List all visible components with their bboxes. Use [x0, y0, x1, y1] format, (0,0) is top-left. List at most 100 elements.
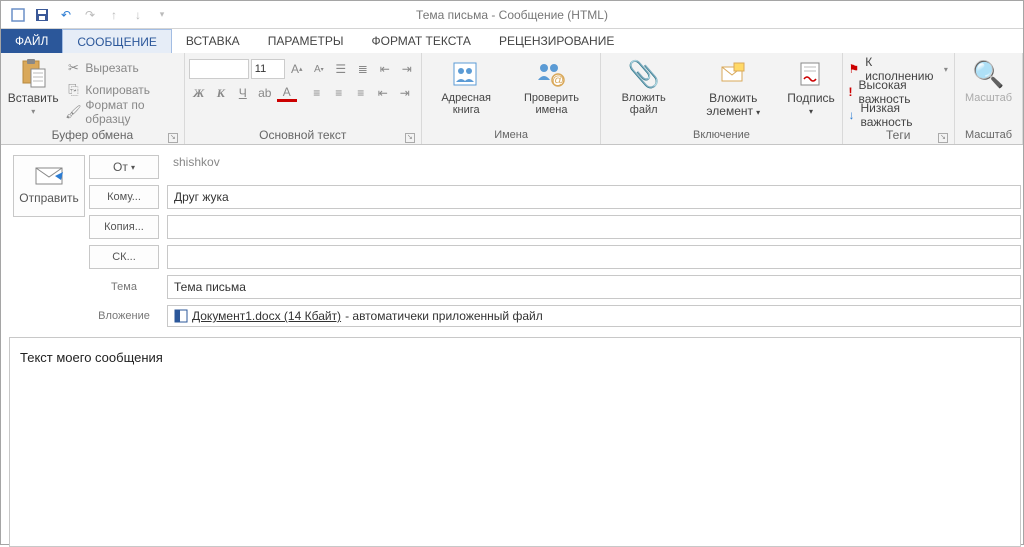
redo-icon[interactable]: ↷ [79, 4, 101, 26]
paste-label: Вставить [8, 91, 59, 105]
up-arrow-icon[interactable]: ↑ [103, 4, 125, 26]
address-book-button[interactable]: Адресная книга [426, 56, 507, 126]
group-zoom: 🔍 Масштаб Масштаб [955, 53, 1023, 144]
grow-font-button[interactable]: A▴ [287, 59, 307, 79]
address-book-icon [450, 58, 482, 90]
tab-options[interactable]: ПАРАМЕТРЫ [254, 29, 358, 53]
increase-indent-button[interactable]: ⇥ [395, 83, 415, 103]
font-family-select[interactable] [189, 59, 249, 79]
italic-button[interactable]: К [211, 83, 231, 103]
tags-group-label: Теги [886, 128, 910, 142]
to-field[interactable] [167, 185, 1021, 209]
paperclip-icon: 📎 [628, 58, 660, 90]
subject-field[interactable] [167, 275, 1021, 299]
down-arrow-icon[interactable]: ↓ [127, 4, 149, 26]
ribbon: Вставить▾ ✂ Вырезать ⎘ Копировать 🖌Формат … [1, 53, 1023, 145]
dialog-launcher-icon[interactable]: ↘ [405, 133, 415, 143]
bullets-button[interactable]: ☰ [331, 59, 351, 79]
align-right-button[interactable]: ≡ [351, 83, 371, 103]
format-painter-button[interactable]: 🖌Формат по образцу [61, 102, 179, 122]
paste-button[interactable]: Вставить▾ [5, 56, 61, 126]
low-importance-icon: ↓ [849, 108, 855, 122]
bcc-field[interactable] [167, 245, 1021, 269]
window-icon[interactable] [7, 4, 29, 26]
cut-button[interactable]: ✂ Вырезать [61, 58, 179, 78]
attachment-filename: Документ1.docx (14 Кбайт) [192, 309, 341, 323]
ribbon-tabs: ФАЙЛ СООБЩЕНИЕ ВСТАВКА ПАРАМЕТРЫ ФОРМАТ … [1, 29, 1023, 53]
check-names-button[interactable]: @ Проверить имена [507, 56, 597, 126]
underline-button[interactable]: Ч [233, 83, 253, 103]
magnifier-icon: 🔍 [972, 58, 1004, 90]
title-bar: ↶ ↷ ↑ ↓ ▾ Тема письма - Сообщение (HTML) [1, 1, 1023, 29]
qat-customize-icon[interactable]: ▾ [151, 4, 173, 26]
outdent-button[interactable]: ⇤ [375, 59, 395, 79]
include-group-label: Включение [605, 128, 837, 144]
attachment-label: Вложение [89, 310, 159, 322]
paste-icon [17, 58, 49, 90]
dialog-launcher-icon[interactable]: ↘ [168, 133, 178, 143]
svg-text:@: @ [552, 73, 564, 87]
copy-label: Копировать [85, 83, 150, 97]
send-button[interactable]: Отправить [13, 155, 85, 217]
group-font: A▴ A▾ ☰ ≣ ⇤ ⇥ Ж К Ч ab A ≡ ≡ ≡ [185, 53, 422, 144]
tab-file[interactable]: ФАЙЛ [1, 29, 62, 53]
names-group-label: Имена [426, 128, 597, 144]
zoom-button[interactable]: 🔍 Масштаб [959, 56, 1018, 126]
scissors-icon: ✂ [65, 60, 81, 76]
bold-button[interactable]: Ж [189, 83, 209, 103]
zoom-label: Масштаб [965, 92, 1012, 104]
decrease-indent-button[interactable]: ⇤ [373, 83, 393, 103]
follow-up-button[interactable]: ⚑К исполнению▾ [847, 59, 950, 79]
undo-icon[interactable]: ↶ [55, 4, 77, 26]
quick-access-toolbar: ↶ ↷ ↑ ↓ ▾ [1, 4, 173, 26]
low-importance-button[interactable]: ↓Низкая важность [847, 105, 950, 125]
font-color-button[interactable]: A [277, 85, 297, 102]
attach-item-icon [717, 58, 749, 90]
zoom-group-label: Масштаб [959, 128, 1018, 144]
tab-review[interactable]: РЕЦЕНЗИРОВАНИЕ [485, 29, 628, 53]
font-group-label: Основной текст [259, 128, 346, 142]
dialog-launcher-icon[interactable]: ↘ [938, 133, 948, 143]
low-importance-label: Низкая важность [861, 101, 948, 129]
group-clipboard: Вставить▾ ✂ Вырезать ⎘ Копировать 🖌Формат … [1, 53, 185, 144]
attachment-box[interactable]: Документ1.docx (14 Кбайт) - автоматичеки… [167, 305, 1021, 327]
copy-button[interactable]: ⎘ Копировать [61, 80, 179, 100]
to-button[interactable]: Кому... [89, 185, 159, 209]
message-body[interactable]: Текст моего сообщения [9, 337, 1021, 547]
envelope-icon [35, 167, 63, 185]
signature-label: Подпись [787, 91, 835, 105]
save-icon[interactable] [31, 4, 53, 26]
send-label: Отправить [19, 191, 79, 205]
compose-header: Отправить От ▾ shishkov Кому... Копия...… [1, 145, 1023, 327]
format-painter-label: Формат по образцу [85, 98, 175, 126]
bcc-button[interactable]: СК... [89, 245, 159, 269]
from-field: shishkov [167, 155, 1021, 179]
highlight-button[interactable]: ab [255, 83, 275, 103]
tab-insert[interactable]: ВСТАВКА [172, 29, 254, 53]
cc-button[interactable]: Копия... [89, 215, 159, 239]
cc-field[interactable] [167, 215, 1021, 239]
signature-button[interactable]: Подпись▾ [785, 56, 838, 126]
attach-item-button[interactable]: Вложить элемент ▾ [682, 56, 785, 126]
tab-message[interactable]: СООБЩЕНИЕ [62, 29, 172, 53]
high-importance-icon: ! [849, 85, 853, 99]
word-doc-icon [174, 309, 188, 323]
group-tags: ⚑К исполнению▾ !Высокая важность ↓Низкая… [843, 53, 955, 144]
window-title: Тема письма - Сообщение (HTML) [416, 8, 608, 22]
from-button[interactable]: От ▾ [89, 155, 159, 179]
brush-icon: 🖌 [65, 104, 81, 120]
numbering-button[interactable]: ≣ [353, 59, 373, 79]
align-center-button[interactable]: ≡ [329, 83, 349, 103]
indent-button[interactable]: ⇥ [397, 59, 417, 79]
align-left-button[interactable]: ≡ [307, 83, 327, 103]
group-names: Адресная книга @ Проверить имена Имена [422, 53, 602, 144]
tab-format[interactable]: ФОРМАТ ТЕКСТА [357, 29, 484, 53]
cut-label: Вырезать [85, 61, 138, 75]
high-importance-button[interactable]: !Высокая важность [847, 82, 950, 102]
attach-file-button[interactable]: 📎 Вложить файл [605, 56, 682, 126]
check-names-icon: @ [535, 58, 567, 90]
copy-icon: ⎘ [65, 82, 81, 98]
clipboard-group-label: Буфер обмена [52, 128, 134, 142]
shrink-font-button[interactable]: A▾ [309, 59, 329, 79]
font-size-select[interactable] [251, 59, 285, 79]
